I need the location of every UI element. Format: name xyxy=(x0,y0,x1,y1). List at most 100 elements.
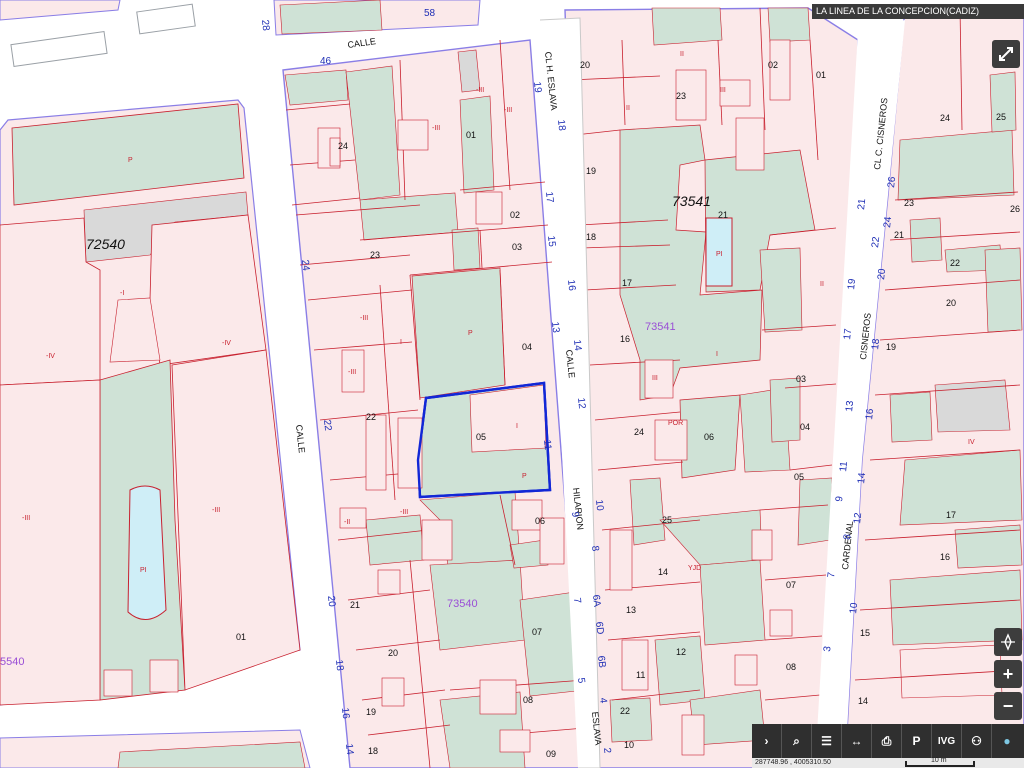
parcel-number: 21 xyxy=(894,230,904,240)
street-number: 46 xyxy=(320,56,332,67)
street-number: 18 xyxy=(333,659,345,672)
block-73541[interactable] xyxy=(564,7,859,768)
street-number: 24 xyxy=(299,259,311,272)
fullscreen-button[interactable] xyxy=(992,40,1020,68)
street-number: 14 xyxy=(571,339,583,352)
street-number: 10 xyxy=(593,499,605,512)
floor-code: -III xyxy=(400,509,408,516)
street-number: 20 xyxy=(325,595,337,608)
floor-code: I xyxy=(516,423,518,430)
parcel-number: 24 xyxy=(634,427,644,437)
cadastral-map[interactable]: 72540 73541 73541 73540 5540 CALLE CALLE… xyxy=(0,0,1024,768)
street-number: 6D xyxy=(593,621,605,635)
share-button[interactable]: ⚇ xyxy=(962,724,992,758)
street-number: 22 xyxy=(321,419,333,432)
floor-code: -IV xyxy=(46,353,55,360)
floor-code: I xyxy=(400,339,402,346)
street-number: 18 xyxy=(870,338,882,351)
info-icon: ● xyxy=(1003,734,1011,748)
parcel-number: 04 xyxy=(800,422,810,432)
layers-button[interactable]: ☰ xyxy=(812,724,842,758)
print-button[interactable]: ⎙ xyxy=(872,724,902,758)
floor-code: P xyxy=(468,330,473,337)
parcel-number: 20 xyxy=(388,648,398,658)
parcel-number: 01 xyxy=(236,632,246,642)
parcel-number: 06 xyxy=(535,516,545,526)
parcel-number: 23 xyxy=(904,198,914,208)
measure-button[interactable]: ↔ xyxy=(842,724,872,758)
print-icon: ⎙ xyxy=(881,733,892,748)
navigate-button[interactable] xyxy=(994,628,1022,656)
parcel-number: 08 xyxy=(523,695,533,705)
parcel-number: 20 xyxy=(580,60,590,70)
street-number: 6A xyxy=(590,594,602,608)
parcel-number: 14 xyxy=(658,567,668,577)
street-number: 12 xyxy=(852,512,864,525)
parcel-number: 21 xyxy=(718,210,728,220)
zoom-out-button[interactable]: − xyxy=(994,692,1022,720)
street-number: 16 xyxy=(565,279,577,292)
street-number: 15 xyxy=(545,235,557,248)
block-id-73541: 73541 xyxy=(672,193,711,209)
parcel-number: 22 xyxy=(950,258,960,268)
parcel-number: 22 xyxy=(366,412,376,422)
expand-toolbar-button[interactable]: › xyxy=(752,724,782,758)
floor-code: -II xyxy=(344,519,350,526)
street-number: 22 xyxy=(870,236,882,249)
parcel-number: 19 xyxy=(586,166,596,176)
search-icon: ⌕ xyxy=(793,733,800,748)
search-button[interactable]: ⌕ xyxy=(782,724,812,758)
zoom-in-button[interactable]: + xyxy=(994,660,1022,688)
street-number: 24 xyxy=(882,216,894,229)
parcel-number: 24 xyxy=(338,141,348,151)
parcel-number: 20 xyxy=(946,298,956,308)
floor-code: -III xyxy=(348,369,356,376)
street-number: 11 xyxy=(838,460,850,472)
street-number: 26 xyxy=(886,176,898,189)
parcel-number: 11 xyxy=(636,670,645,680)
parcel-number: 17 xyxy=(622,278,632,288)
street-number: 11 xyxy=(541,439,553,451)
floor-code: -III xyxy=(504,107,512,114)
ivg-button[interactable]: IVG xyxy=(932,724,962,758)
scale-bar: 10 m xyxy=(905,757,985,768)
parcel-number: 19 xyxy=(366,707,376,717)
parcel-number: 12 xyxy=(676,647,686,657)
street-number: 18 xyxy=(555,119,567,132)
street-number: 17 xyxy=(842,328,854,341)
compass-icon xyxy=(1001,633,1015,651)
parcel-number: 05 xyxy=(476,432,486,442)
block-id-73540: 73540 xyxy=(447,598,478,610)
parcel-number: 16 xyxy=(620,334,630,344)
street-number: 19 xyxy=(531,81,543,94)
floor-code: IV xyxy=(968,439,975,446)
parcel-number: 22 xyxy=(620,706,630,716)
location-title: LA LINEA DE LA CONCEPCION(CADIZ) xyxy=(812,4,1024,19)
floor-code: II xyxy=(626,105,630,112)
street-number: 17 xyxy=(543,191,555,204)
ivg-icon: IVG xyxy=(937,735,956,747)
street-number: 19 xyxy=(846,278,858,291)
info-button[interactable]: ● xyxy=(992,724,1022,758)
floor-code: III xyxy=(720,87,726,94)
parcel-number: 16 xyxy=(940,552,950,562)
parcel-number: 26 xyxy=(1010,204,1020,214)
street-number: 14 xyxy=(856,472,868,485)
parcel-number: 14 xyxy=(858,696,868,706)
floor-code: POR xyxy=(668,420,683,427)
parcel-number: 23 xyxy=(370,250,380,260)
floor-code: YJD xyxy=(688,565,701,572)
parcel-number: 06 xyxy=(704,432,714,442)
parcel-number: 25 xyxy=(996,112,1006,122)
street-number: 12 xyxy=(575,397,587,410)
floor-code: -III xyxy=(212,507,220,514)
map-toolbar: › ⌕ ☰ ↔ ⎙ P IVG ⚇ ● xyxy=(752,724,1024,758)
floor-code: P xyxy=(522,473,527,480)
floor-code: PI xyxy=(140,567,147,574)
street-number: 13 xyxy=(549,321,561,334)
parking-button[interactable]: P xyxy=(902,724,932,758)
parcel-number: 25 xyxy=(662,515,672,525)
parcel-number: 18 xyxy=(368,746,378,756)
parcel-number: 02 xyxy=(768,60,778,70)
parcel-number: 07 xyxy=(786,580,796,590)
